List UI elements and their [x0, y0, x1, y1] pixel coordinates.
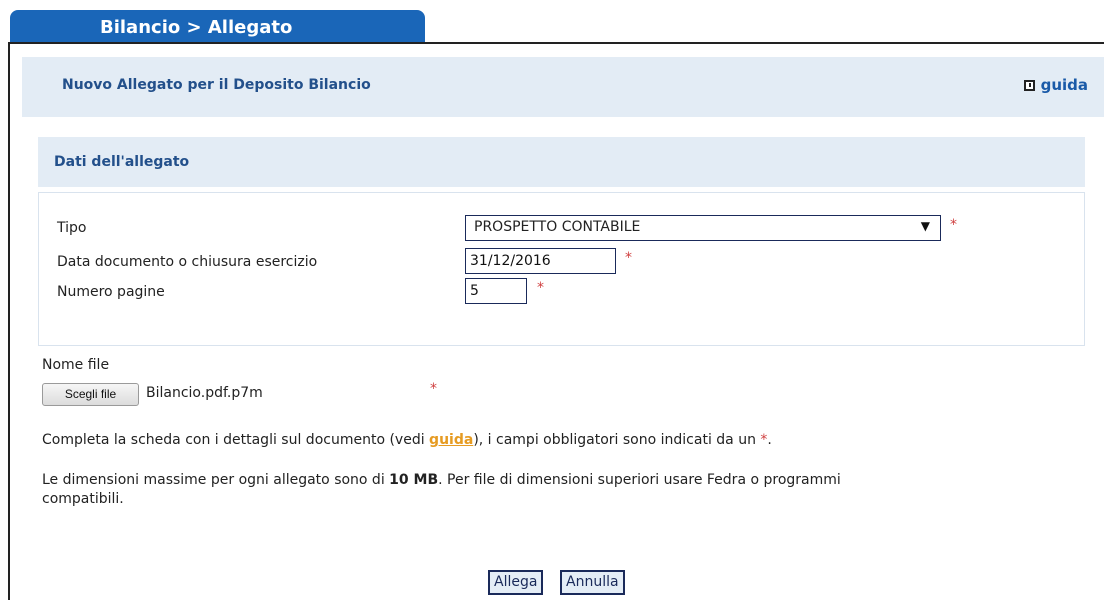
data-input[interactable]: [465, 248, 616, 274]
info-text-part: Le dimensioni massime per ogni allegato …: [42, 472, 390, 488]
pagine-input[interactable]: [465, 278, 527, 304]
tipo-required-mark: *: [950, 217, 957, 233]
info-text-part: ), i campi obbligatori sono indicati da …: [473, 432, 761, 448]
file-name: Bilancio.pdf.p7m: [146, 385, 263, 401]
info-required-fields: Completa la scheda con i dettagli sul do…: [42, 431, 772, 450]
file-label: Nome file: [42, 357, 110, 373]
info-text-part: Completa la scheda con i dettagli sul do…: [42, 432, 430, 448]
allega-button[interactable]: Allega: [488, 570, 544, 595]
page-title: Nuovo Allegato per il Deposito Bilancio: [62, 77, 371, 93]
tipo-select-value: PROSPETTO CONTABILE: [474, 219, 641, 235]
info-max-size-value: 10 MB: [389, 472, 439, 488]
data-required-mark: *: [625, 250, 632, 266]
info-text-part: .: [767, 432, 772, 448]
annulla-button[interactable]: Annulla: [560, 570, 625, 595]
help-link-label: guida: [1040, 76, 1088, 94]
info-text-part: . Per file di dimensioni superiori usare…: [438, 472, 841, 488]
info-max-size: Le dimensioni massime per ogni allegato …: [42, 471, 841, 509]
pagine-required-mark: *: [537, 280, 544, 296]
section-title: Dati dell'allegato: [54, 154, 190, 170]
pagine-label: Numero pagine: [57, 284, 165, 300]
help-link[interactable]: guida: [1023, 76, 1088, 94]
page-header: Nuovo Allegato per il Deposito Bilancio …: [22, 57, 1104, 117]
data-label: Data documento o chiusura esercizio: [57, 254, 318, 270]
page-tab: Bilancio > Allegato: [10, 10, 425, 42]
help-inline-link[interactable]: guida: [429, 432, 473, 448]
tipo-label: Tipo: [57, 220, 87, 236]
section-header: Dati dell'allegato: [38, 137, 1085, 187]
tipo-select[interactable]: PROSPETTO CONTABILE ▼: [465, 215, 941, 241]
help-icon: [1023, 80, 1035, 91]
file-required-mark: *: [430, 381, 437, 397]
chevron-down-icon: ▼: [920, 219, 930, 233]
info-text-part: compatibili.: [42, 491, 124, 507]
choose-file-button[interactable]: Scegli file: [42, 383, 139, 406]
tab-title: Bilancio > Allegato: [100, 17, 293, 38]
